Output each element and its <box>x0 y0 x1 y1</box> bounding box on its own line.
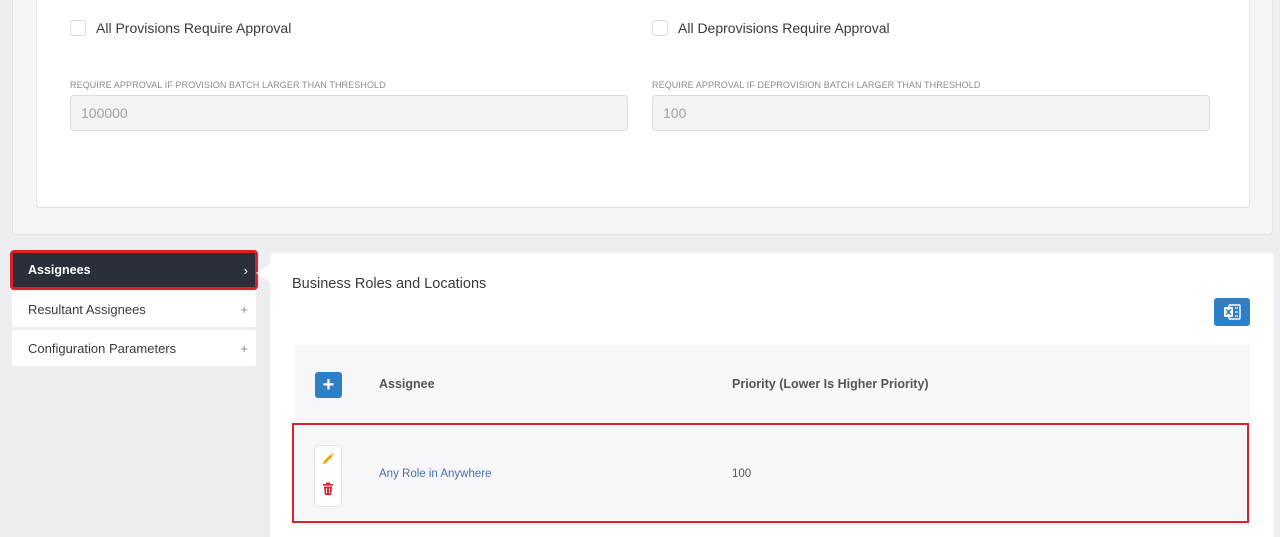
provisions-approval-checkbox[interactable] <box>70 20 86 36</box>
nav-item-configuration-parameters[interactable]: Configuration Parameters + <box>12 330 256 366</box>
provision-threshold-input[interactable] <box>70 95 628 131</box>
assignees-panel: Business Roles and Locations + Assignee … <box>270 253 1274 537</box>
approval-settings-card: All Provisions Require Approval All Depr… <box>36 0 1250 208</box>
deprovision-threshold-label: REQUIRE APPROVAL IF DEPROVISION BATCH LA… <box>652 80 981 90</box>
provisions-approval-label: All Provisions Require Approval <box>96 20 292 36</box>
active-nav-pointer <box>256 264 270 282</box>
approval-settings-panel: All Provisions Require Approval All Depr… <box>12 0 1273 235</box>
deprovisions-approval-row: All Deprovisions Require Approval <box>652 20 890 36</box>
pencil-icon <box>323 453 334 464</box>
priority-value: 100 <box>732 468 752 480</box>
column-header-assignee: Assignee <box>379 377 435 391</box>
sidebar-nav: Assignees › Resultant Assignees + Config… <box>10 250 258 369</box>
table-row: Any Role in Anywhere 100 <box>292 423 1249 523</box>
deprovisions-approval-checkbox[interactable] <box>652 20 668 36</box>
trash-icon <box>323 482 333 495</box>
nav-item-resultant-assignees[interactable]: Resultant Assignees + <box>12 291 256 327</box>
section-title: Business Roles and Locations <box>292 276 487 292</box>
deprovision-threshold-input[interactable] <box>652 95 1210 131</box>
assignee-link[interactable]: Any Role in Anywhere <box>379 468 492 480</box>
export-excel-button[interactable] <box>1214 298 1250 326</box>
excel-icon <box>1224 304 1241 320</box>
chevron-right-icon: › <box>243 262 248 278</box>
provision-threshold-label: REQUIRE APPROVAL IF PROVISION BATCH LARG… <box>70 80 386 90</box>
table-header: + Assignee Priority (Lower Is Higher Pri… <box>295 345 1250 423</box>
add-assignee-button[interactable]: + <box>315 372 342 398</box>
nav-item-label: Resultant Assignees <box>28 301 146 317</box>
delete-row-button[interactable] <box>319 480 337 498</box>
nav-item-label: Configuration Parameters <box>28 340 177 356</box>
provisions-approval-row: All Provisions Require Approval <box>70 20 291 36</box>
column-header-priority: Priority (Lower Is Higher Priority) <box>732 377 929 391</box>
nav-item-assignees[interactable]: Assignees › <box>10 250 258 290</box>
edit-row-button[interactable] <box>319 450 337 468</box>
expand-plus-icon: + <box>240 301 248 317</box>
row-actions <box>314 445 342 507</box>
expand-plus-icon: + <box>240 340 248 356</box>
nav-item-label: Assignees <box>28 263 91 277</box>
deprovisions-approval-label: All Deprovisions Require Approval <box>678 20 890 36</box>
